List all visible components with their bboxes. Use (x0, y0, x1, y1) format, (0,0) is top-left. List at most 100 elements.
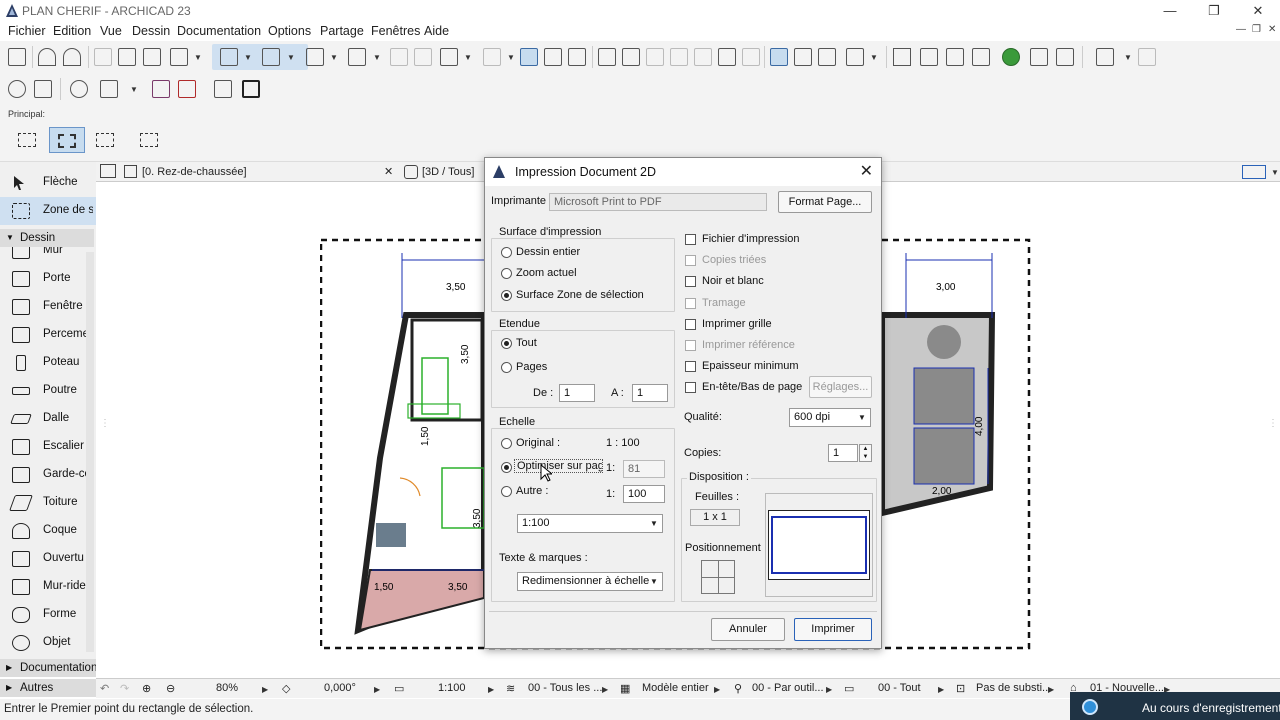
arrow-icon[interactable] (390, 48, 408, 66)
zoom-level[interactable]: 80% (216, 682, 238, 694)
checkbox-noir-blanc[interactable] (685, 276, 696, 287)
tool-zone-selection[interactable]: Zone de sé (0, 197, 96, 225)
chevron-right-icon[interactable]: ▶ (374, 685, 380, 694)
renovation-status-icon[interactable] (178, 80, 196, 98)
tab-rez-de-chaussee[interactable]: [0. Rez-de-chaussée] (142, 162, 247, 182)
format-page-button[interactable]: Format Page... (778, 191, 872, 213)
scale-value[interactable]: 1:100 (438, 682, 466, 694)
gravity-icon[interactable] (306, 48, 324, 66)
suspend-groups-icon[interactable] (770, 48, 788, 66)
info-icon[interactable] (8, 80, 26, 98)
pencil-icon[interactable] (414, 48, 432, 66)
chevron-right-icon[interactable]: ▶ (714, 685, 720, 694)
chevron-right-icon[interactable]: ▶ (262, 685, 268, 694)
tool-objet[interactable]: Objet (0, 629, 96, 655)
check-icon[interactable] (1096, 48, 1114, 66)
section-documentation[interactable]: ▶ Documentation (0, 659, 97, 677)
tool-poutre[interactable]: Poutre (0, 377, 96, 405)
snap-guides-icon[interactable] (220, 48, 238, 66)
hotspot-icon[interactable] (214, 80, 232, 98)
structural-display[interactable]: Modèle entier (642, 682, 709, 694)
checkbox-entete-bas[interactable] (685, 382, 696, 393)
radio-surface-zone[interactable] (501, 290, 512, 301)
tool-porte[interactable]: Porte (0, 265, 96, 293)
checkbox-fichier-impression[interactable] (685, 234, 696, 245)
imprimer-button[interactable]: Imprimer (794, 618, 872, 641)
guide-lines-icon[interactable] (262, 48, 280, 66)
checkbox-epaisseur-minimum[interactable] (685, 361, 696, 372)
chevron-right-icon[interactable]: ▶ (826, 685, 832, 694)
publish-icon[interactable] (1030, 48, 1048, 66)
chevron-right-icon[interactable]: ▶ (1048, 685, 1054, 694)
tool-toiture[interactable]: Toiture (0, 489, 96, 517)
save-icon[interactable] (8, 48, 26, 66)
menu-fichier[interactable]: Fichier (8, 24, 46, 38)
copies-stepper[interactable]: ▲ ▼ (859, 444, 872, 462)
a-field[interactable]: 1 (632, 384, 668, 402)
layer-icon[interactable] (440, 48, 458, 66)
chevron-down-icon[interactable]: ▼ (194, 53, 202, 62)
tool-ouverture[interactable]: Ouvertu (0, 545, 96, 573)
scale-dropdown[interactable]: 1:100 ▼ (517, 514, 663, 533)
chevron-down-icon[interactable]: ▼ (1124, 53, 1132, 62)
chevron-down-icon[interactable]: ▼ (244, 53, 252, 62)
split-handle-right[interactable]: ⋮ (1268, 418, 1278, 429)
align-icon[interactable] (794, 48, 812, 66)
chevron-down-icon[interactable]: ▼ (464, 53, 472, 62)
radio-zoom-actuel[interactable] (501, 268, 512, 279)
menu-partage[interactable]: Partage (320, 24, 364, 38)
layout-icon[interactable] (920, 48, 938, 66)
tool-fleche[interactable]: Flèche (0, 169, 96, 197)
section-autres[interactable]: ▶ Autres (0, 679, 96, 697)
radio-pages[interactable] (501, 362, 512, 373)
navigator-icon[interactable] (1242, 165, 1266, 179)
solid-ops-icon[interactable] (846, 48, 864, 66)
chevron-down-icon[interactable]: ▼ (870, 53, 878, 62)
orientation-icon[interactable]: ◇ (282, 682, 290, 695)
checkbox-imprimer-grille[interactable] (685, 319, 696, 330)
mdi-minimize-button[interactable]: — (1236, 24, 1246, 35)
tool-escalier[interactable]: Escalier (0, 433, 96, 461)
radio-tout[interactable] (501, 338, 512, 349)
toolbox-scrollbar[interactable] (86, 252, 94, 652)
grid-view-icon[interactable] (100, 164, 116, 178)
resize-icon[interactable] (718, 48, 736, 66)
menu-fenetres[interactable]: Fenêtres (371, 24, 420, 38)
rotate-icon[interactable] (818, 48, 836, 66)
chevron-down-icon[interactable]: ▼ (287, 53, 295, 62)
radio-original[interactable] (501, 438, 512, 449)
mdi-restore-button[interactable]: ❐ (1252, 24, 1261, 35)
chevron-right-icon[interactable]: ▶ (938, 685, 944, 694)
rotated-rectangle-selection-icon[interactable] (49, 127, 85, 153)
orientation-angle[interactable]: 0,000° (324, 682, 356, 694)
tool-fenetre[interactable]: Fenêtre (0, 293, 96, 321)
pick-up-icon[interactable] (94, 48, 112, 66)
autre-scale-field[interactable]: 100 (623, 485, 665, 503)
mdi-close-button[interactable]: ✕ (1268, 24, 1276, 35)
dialog-close-button[interactable]: ✕ (860, 161, 873, 181)
tool-percement[interactable]: Perceme (0, 321, 96, 349)
rectangle-selection-icon[interactable] (10, 127, 46, 153)
fillet-icon[interactable] (670, 48, 688, 66)
inject-icon[interactable] (118, 48, 136, 66)
tool-garde-corps[interactable]: Garde-co (0, 461, 96, 489)
menu-edition[interactable]: Edition (53, 24, 91, 38)
menu-dessin[interactable]: Dessin (132, 24, 170, 38)
menu-aide[interactable]: Aide (424, 24, 449, 38)
pen-set[interactable]: 00 - Par outil... (752, 682, 824, 694)
undo-view-icon[interactable]: ↶ (100, 682, 109, 695)
adjust-icon[interactable] (622, 48, 640, 66)
measure-icon[interactable] (544, 48, 562, 66)
lock-icon[interactable] (483, 48, 501, 66)
minimize-button[interactable]: — (1148, 1, 1192, 21)
menu-documentation[interactable]: Documentation (177, 24, 261, 38)
chevron-down-icon[interactable]: ▼ (130, 85, 138, 94)
texte-marques-dropdown[interactable]: Redimensionner à échelle ▼ (517, 572, 663, 591)
de-field[interactable]: 1 (559, 384, 595, 402)
star-icon[interactable] (893, 48, 911, 66)
positioning-grid-icon[interactable] (701, 560, 735, 594)
qualite-dropdown[interactable]: 600 dpi ▼ (789, 408, 871, 427)
split-icon[interactable] (646, 48, 664, 66)
tool-forme[interactable]: Forme (0, 601, 96, 629)
hotlink-icon[interactable] (1138, 48, 1156, 66)
